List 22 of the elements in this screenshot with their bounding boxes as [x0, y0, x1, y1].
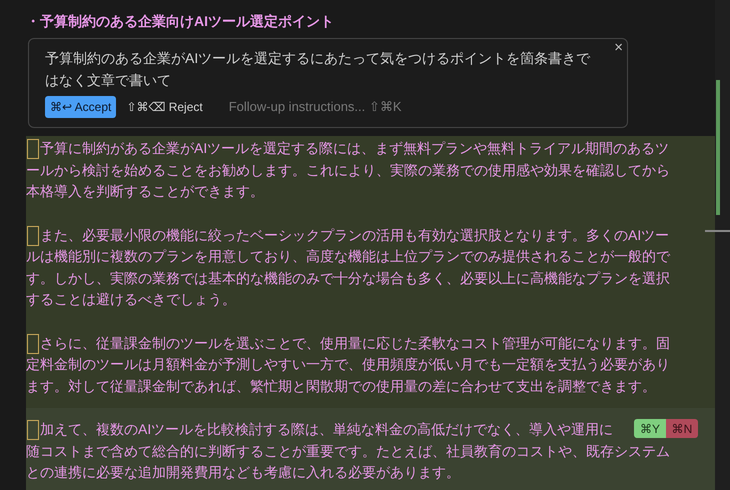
scroll-marker	[705, 230, 730, 232]
text-line: 定料金制のツールは月額料金が予測しやすい一方で、使用頻度が低い月でも一定額を支払う必要があり	[26, 355, 670, 374]
accept-shortcut-button[interactable]: ⌘Y	[634, 419, 666, 438]
text-line: す。しかし、実際の業務では基本的な機能のみで十分な場合も多く、必要以上に高機能なプランを選択	[26, 268, 670, 288]
text-line: さらに、従量課金制のツールを選ぶことで、使用量に応じた柔軟なコスト管理が可能になります。固	[40, 334, 670, 352]
text-line: との連携に必要な追加開発費用なども考慮に入れる必要があります。	[26, 463, 460, 482]
text-line: 加えて、複数のAIツールを比較検討する際は、単純な料金の高低だけでなく、導入や運用に	[40, 420, 614, 439]
text-line: ルは機能別に複数のプランを用意しており、高度な機能は上位プランでのみ提供されることが一般的で	[26, 247, 670, 266]
reject-button[interactable]: ⇧⌘⌫ Reject	[126, 96, 203, 118]
follow-up-input[interactable]: Follow-up instructions... ⇧⌘K	[228, 97, 489, 117]
prompt-text: 予算制約のある企業がAIツールを選定するにあたって気をつけるポイントを箇条書きではなく文章で書いて	[45, 49, 592, 90]
cursor-marker	[27, 420, 39, 440]
text-line: 随コストまで含めて総合的に判断することが重要です。たとえば、社員教育のコストや、既存システム	[26, 442, 670, 460]
accept-button[interactable]: ⌘↩ Accept	[45, 96, 116, 118]
text-line: ールから検討を始めることをお勧めします。これにより、実際の業務での使用感や効果を確認してから	[26, 160, 670, 180]
close-button[interactable]: ×	[614, 39, 623, 57]
section-heading: ・予算制約のある企業向けAIツール選定ポイント	[26, 12, 335, 31]
text-line: することは避けるべきでしょう。	[26, 290, 236, 309]
text-line: ます。対して従量課金制であれば、繁忙期と閑散期での使用量の差に合わせて支出を調整できます。	[26, 376, 656, 396]
text-line: また、必要最小限の機能に絞ったベーシックプランの活用も有効な選択肢となります。多くのAIツー	[40, 226, 670, 244]
text-line: 本格導入を判断することができます。	[26, 182, 264, 201]
text-line: 予算に制約がある企業がAIツールを選定する際には、まず無料プランや無料トライアル期間のあるツ	[40, 139, 670, 158]
